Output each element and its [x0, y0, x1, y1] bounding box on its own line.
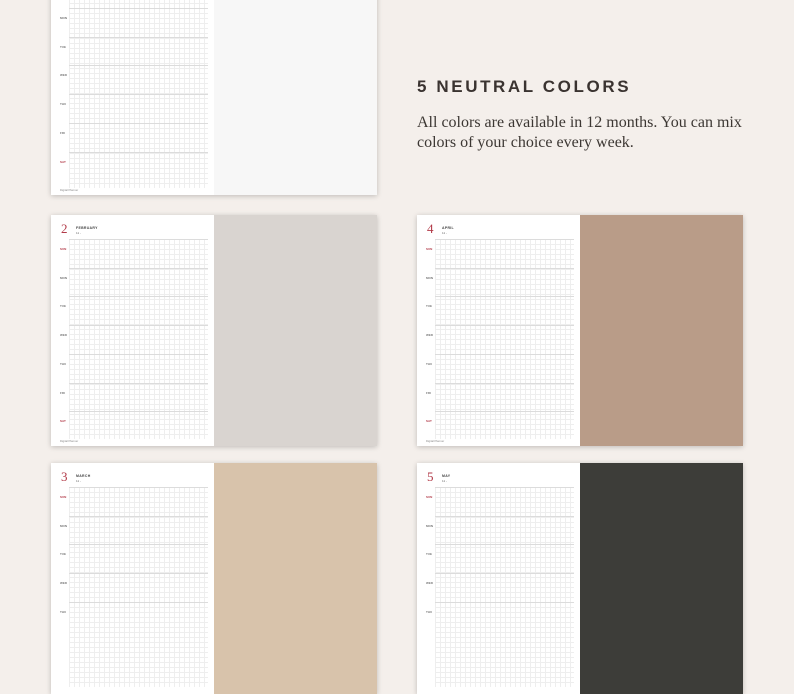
- planner-color-page: [214, 215, 377, 446]
- day-separator: [69, 94, 208, 96]
- planner-grid: [435, 487, 574, 687]
- planner-mockup-grey: 2 FEBRUARY 11 - SUN MON TUE WED THU FRI SAT Digita…: [51, 215, 377, 446]
- day-label: FRI: [60, 130, 65, 135]
- day-label: WED: [426, 333, 433, 338]
- section-description: All colors are available in 12 months. Y…: [417, 114, 742, 151]
- day-label: THU: [426, 609, 433, 614]
- day-label: THU: [60, 609, 67, 614]
- day-label: TUE: [60, 304, 66, 309]
- day-label: WED: [426, 581, 433, 586]
- day-label: SAT: [426, 419, 432, 424]
- day-separator: [435, 325, 574, 327]
- day-separator: [69, 601, 208, 603]
- day-label: MON: [426, 275, 433, 280]
- day-label: SUN: [60, 247, 67, 251]
- planner-left-page: 2 FEBRUARY 11 - SUN MON TUE WED THU FRI SAT Digita…: [51, 215, 214, 446]
- planner-left-page: MON TUE WED THU FRI SAT Digital Planner: [51, 0, 214, 195]
- day-label: SAT: [60, 419, 66, 424]
- day-separator: [69, 411, 208, 413]
- day-label: MON: [60, 523, 67, 528]
- day-label: THU: [426, 361, 433, 366]
- planner-footer: Digital Planner: [426, 439, 445, 443]
- day-separator: [435, 573, 574, 575]
- day-label: TUE: [426, 552, 432, 557]
- day-label: MON: [426, 523, 433, 528]
- day-label: FRI: [426, 390, 431, 395]
- day-label: TUE: [60, 44, 66, 49]
- planner-grid: [435, 239, 574, 439]
- planner-mockup-beige: 3 MARCH 11 - SUN MON TUE WED THU: [51, 463, 377, 694]
- day-separator: [435, 267, 574, 269]
- month-date-range: 11 -: [76, 479, 81, 483]
- planner-mockup-tan: 4 APRIL 11 - SUN MON TUE WED THU FRI SAT Digital P…: [417, 215, 743, 446]
- day-separator: [69, 382, 208, 384]
- day-separator: [69, 515, 208, 517]
- day-separator: [435, 353, 574, 355]
- day-separator: [69, 353, 208, 355]
- day-separator: [435, 601, 574, 603]
- day-separator: [69, 8, 208, 9]
- month-number: 5: [427, 469, 434, 484]
- day-label: WED: [60, 73, 67, 78]
- day-separator: [69, 544, 208, 546]
- month-name: APRIL: [442, 226, 454, 230]
- planner-grid: [69, 239, 208, 439]
- day-label: SUN: [426, 495, 433, 499]
- day-separator: [69, 239, 208, 240]
- day-separator: [69, 325, 208, 327]
- month-date-range: 11 -: [442, 479, 447, 483]
- day-label: FRI: [60, 390, 65, 395]
- day-separator: [69, 487, 208, 488]
- planner-color-page: [580, 463, 743, 694]
- month-name: MARCH: [76, 474, 91, 478]
- day-separator: [69, 65, 208, 67]
- day-label: TUE: [60, 552, 66, 557]
- day-separator: [435, 544, 574, 546]
- day-separator: [435, 239, 574, 240]
- planner-left-page: 5 MAY 11 - SUN MON TUE WED THU: [417, 463, 580, 694]
- day-separator: [69, 151, 208, 153]
- day-label: SUN: [60, 495, 67, 499]
- planner-mockup-white: MON TUE WED THU FRI SAT Digital Planner: [51, 0, 377, 195]
- day-label: SUN: [426, 247, 433, 251]
- planner-left-page: 3 MARCH 11 - SUN MON TUE WED THU: [51, 463, 214, 694]
- planner-color-page: [580, 215, 743, 446]
- month-number: 3: [61, 469, 68, 484]
- day-separator: [69, 122, 208, 124]
- month-date-range: 11 -: [76, 231, 81, 235]
- planner-color-page: [214, 463, 377, 694]
- day-separator: [69, 267, 208, 269]
- day-label: MON: [60, 275, 67, 280]
- month-date-range: 11 -: [442, 231, 447, 235]
- day-label: TUE: [426, 304, 432, 309]
- day-separator: [435, 382, 574, 384]
- month-name: FEBRUARY: [76, 226, 98, 230]
- day-label: SAT: [60, 159, 66, 164]
- day-separator: [69, 573, 208, 575]
- planner-left-page: 4 APRIL 11 - SUN MON TUE WED THU FRI SAT Digital P…: [417, 215, 580, 446]
- month-name: MAY: [442, 474, 451, 478]
- day-separator: [69, 36, 208, 38]
- day-label: MON: [60, 16, 67, 20]
- day-separator: [435, 411, 574, 413]
- month-number: 4: [427, 221, 434, 236]
- planner-color-page: [214, 0, 377, 195]
- day-label: WED: [60, 581, 67, 586]
- planner-mockup-charcoal: 5 MAY 11 - SUN MON TUE WED THU: [417, 463, 743, 694]
- planner-footer: Digital Planner: [60, 188, 79, 192]
- day-separator: [435, 487, 574, 488]
- planner-grid: [69, 487, 208, 687]
- section-heading: 5 NEUTRAL COLORS: [417, 77, 632, 96]
- day-label: WED: [60, 333, 67, 338]
- planner-footer: Digital Planner: [60, 439, 79, 443]
- day-label: THU: [60, 361, 67, 366]
- day-separator: [435, 515, 574, 517]
- day-label: THU: [60, 102, 67, 107]
- month-number: 2: [61, 221, 68, 236]
- day-separator: [435, 296, 574, 298]
- day-separator: [69, 296, 208, 298]
